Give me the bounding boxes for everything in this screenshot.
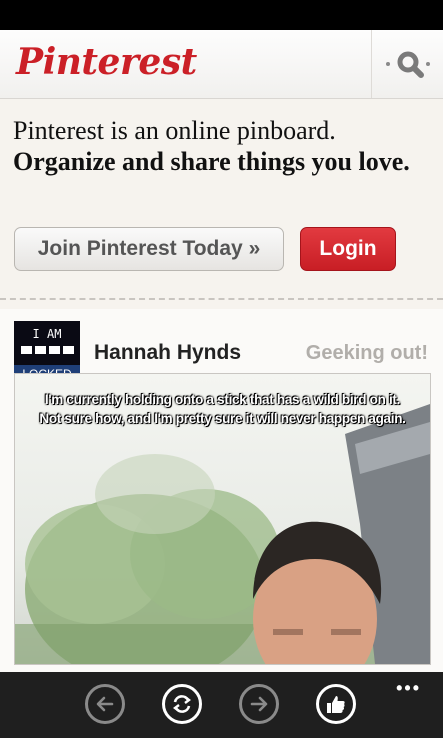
like-button[interactable] xyxy=(316,684,356,724)
forward-button[interactable] xyxy=(239,684,279,724)
login-button[interactable]: Login xyxy=(300,227,396,271)
avatar-blocks xyxy=(21,346,74,354)
refresh-icon xyxy=(173,695,191,713)
top-bar: Pinterest xyxy=(0,30,443,99)
pin-username[interactable]: Hannah Hynds xyxy=(94,341,241,365)
caption-line2: Not sure how, and I'm pretty sure it wil… xyxy=(39,411,406,426)
hero-banner: Pinterest is an online pinboard. Organiz… xyxy=(0,99,443,309)
system-status-bar xyxy=(0,0,443,30)
like-icon xyxy=(327,696,345,713)
section-divider xyxy=(0,298,443,300)
back-button[interactable] xyxy=(85,684,125,724)
forward-icon xyxy=(250,696,268,712)
pin-board-name[interactable]: Geeking out! xyxy=(306,342,428,365)
tagline: Pinterest is an online pinboard. Organiz… xyxy=(13,115,423,177)
search-button[interactable] xyxy=(371,30,443,98)
browser-viewport: Pinterest Pinterest is an online pinboar… xyxy=(0,30,443,672)
pin-caption: I'm currently holding onto a stick that … xyxy=(19,390,426,428)
pinterest-logo[interactable]: Pinterest xyxy=(16,42,197,82)
ellipsis-icon: ••• xyxy=(396,678,421,698)
tagline-line1: Pinterest is an online pinboard. xyxy=(13,116,336,145)
caption-line1: I'm currently holding onto a stick that … xyxy=(44,392,401,407)
avatar-text-top: I AM xyxy=(32,327,62,341)
more-options-button[interactable]: ••• xyxy=(396,678,421,699)
pin-image[interactable]: I'm currently holding onto a stick that … xyxy=(14,373,431,665)
refresh-button[interactable] xyxy=(162,684,202,724)
search-icon xyxy=(385,51,430,78)
app-bar: ••• xyxy=(0,672,443,738)
tagline-line2: Organize and share things you love. xyxy=(13,147,410,176)
back-icon xyxy=(96,696,114,712)
join-pinterest-button[interactable]: Join Pinterest Today » xyxy=(14,227,284,271)
